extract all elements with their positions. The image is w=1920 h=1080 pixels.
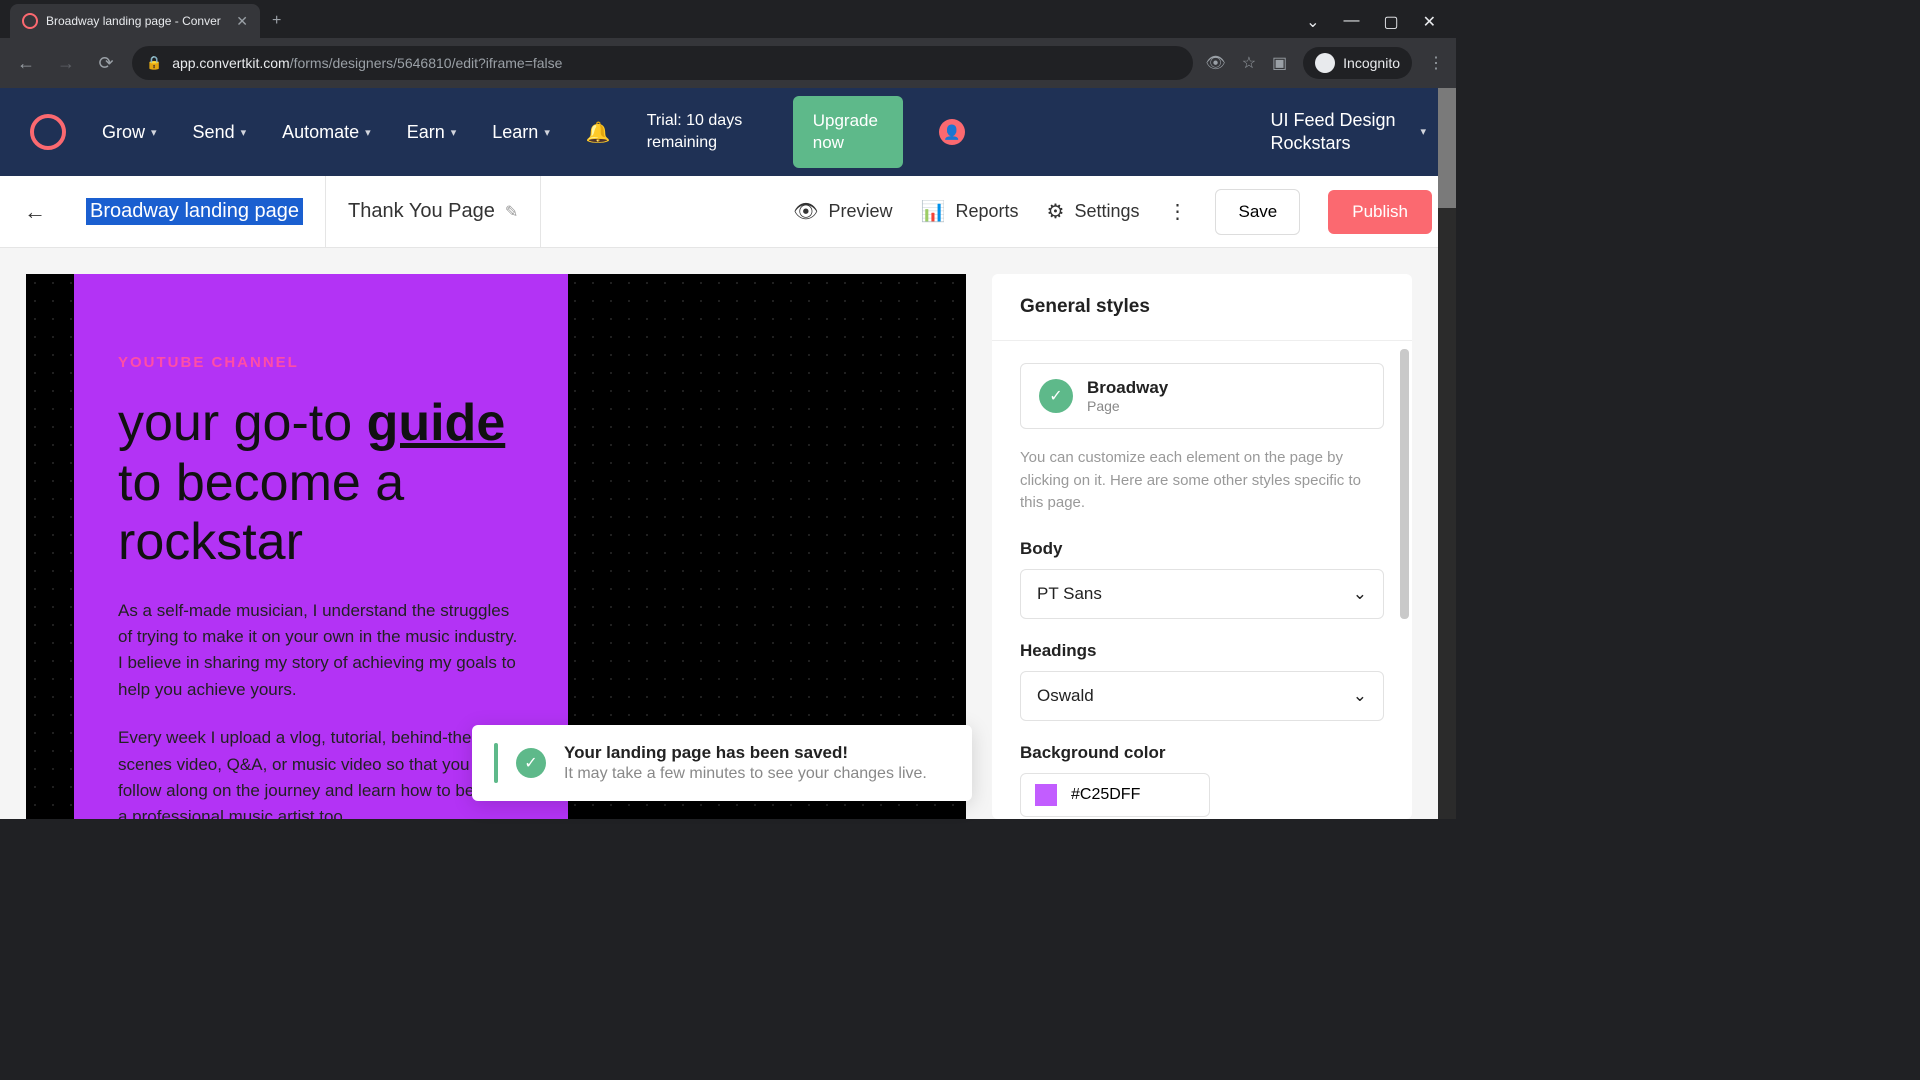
close-window-icon[interactable]: ✕ <box>1423 12 1436 32</box>
chart-icon: 📊 <box>921 199 946 224</box>
main-scrollbar-track[interactable] <box>1438 88 1456 819</box>
upgrade-button[interactable]: Upgrade now <box>793 96 903 168</box>
nav-earn[interactable]: Earn▾ <box>407 122 457 143</box>
maximize-icon[interactable]: ▢ <box>1383 12 1398 32</box>
toast-title: Your landing page has been saved! <box>564 743 927 763</box>
sliders-icon: ⚙ <box>1047 199 1065 224</box>
bg-color-label: Background color <box>1020 743 1384 763</box>
menu-dots-icon[interactable]: ⋮ <box>1428 53 1444 73</box>
page-tab-thankyou[interactable]: Thank You Page ✎ <box>326 176 541 248</box>
styles-sidebar: General styles ✓ Broadway Page You can c… <box>992 274 1412 819</box>
avatar[interactable]: 👤 <box>939 119 965 145</box>
app-nav: Grow▾ Send▾ Automate▾ Earn▾ Learn▾ 🔔 Tri… <box>0 88 1456 176</box>
template-card[interactable]: ✓ Broadway Page <box>1020 363 1384 429</box>
reports-button[interactable]: 📊Reports <box>921 199 1019 224</box>
minimize-icon[interactable]: — <box>1343 12 1359 32</box>
forward-button[interactable]: → <box>52 53 80 74</box>
save-button[interactable]: Save <box>1215 189 1300 235</box>
sidebar-title: General styles <box>992 274 1412 341</box>
nav-learn[interactable]: Learn▾ <box>492 122 550 143</box>
app-logo[interactable] <box>30 114 66 150</box>
chevron-down-icon: ⌄ <box>1353 584 1367 604</box>
more-menu-icon[interactable]: ⋮ <box>1167 199 1187 224</box>
chevron-down-icon: ▾ <box>151 126 157 139</box>
eye-icon: 👁 <box>793 199 818 224</box>
chevron-down-icon: ⌄ <box>1353 686 1367 706</box>
url-input[interactable]: 🔒 app.convertkit.com/forms/designers/564… <box>132 46 1193 80</box>
back-arrow-icon[interactable]: ← <box>24 199 46 225</box>
success-toast: ✓ Your landing page has been saved! It m… <box>472 725 972 801</box>
color-swatch <box>1035 784 1057 806</box>
chevron-down-icon[interactable]: ⌄ <box>1306 12 1319 32</box>
bookmark-icon[interactable]: ☆ <box>1242 53 1256 73</box>
nav-send[interactable]: Send▾ <box>193 122 247 143</box>
chevron-down-icon: ▾ <box>1420 125 1426 139</box>
main-scrollbar-thumb[interactable] <box>1438 88 1456 208</box>
url-text: app.convertkit.com/forms/designers/56468… <box>172 55 562 71</box>
check-icon: ✓ <box>516 748 546 778</box>
body-paragraph-1[interactable]: As a self-made musician, I understand th… <box>118 598 524 703</box>
template-name: Broadway <box>1087 378 1168 398</box>
settings-button[interactable]: ⚙Settings <box>1047 199 1140 224</box>
eyebrow-text[interactable]: YOUTUBE CHANNEL <box>118 354 524 371</box>
address-bar: ← → ⟳ 🔒 app.convertkit.com/forms/designe… <box>0 38 1456 88</box>
tab-title: Broadway landing page - Conver <box>46 14 228 28</box>
panel-icon[interactable]: ▣ <box>1272 53 1287 73</box>
check-icon: ✓ <box>1039 379 1073 413</box>
headings-font-label: Headings <box>1020 641 1384 661</box>
favicon <box>22 13 38 29</box>
browser-tab[interactable]: Broadway landing page - Conver ✕ <box>10 4 260 38</box>
template-type: Page <box>1087 398 1168 414</box>
headings-font-select[interactable]: Oswald ⌄ <box>1020 671 1384 721</box>
chevron-down-icon: ▾ <box>365 126 371 139</box>
publish-button[interactable]: Publish <box>1328 190 1432 234</box>
headline-text[interactable]: your go-to guide to become a rockstar <box>118 391 524 570</box>
pencil-icon[interactable]: ✎ <box>505 202 518 222</box>
close-tab-icon[interactable]: ✕ <box>236 13 248 30</box>
editor-toolbar: ← Broadway landing page Thank You Page ✎… <box>0 176 1456 248</box>
eye-off-icon[interactable]: 👁 <box>1205 53 1225 73</box>
new-tab-button[interactable]: + <box>260 4 293 38</box>
bell-icon[interactable]: 🔔 <box>586 120 611 145</box>
chevron-down-icon: ▾ <box>451 126 457 139</box>
incognito-badge[interactable]: Incognito <box>1303 47 1412 79</box>
nav-grow[interactable]: Grow▾ <box>102 122 157 143</box>
sidebar-help-text: You can customize each element on the pa… <box>1020 447 1384 515</box>
body-paragraph-2[interactable]: Every week I upload a vlog, tutorial, be… <box>118 725 524 819</box>
incognito-icon <box>1315 53 1335 73</box>
trial-text: Trial: 10 days remaining <box>647 110 757 155</box>
toast-accent <box>494 743 498 783</box>
preview-button[interactable]: 👁Preview <box>793 199 892 224</box>
account-menu[interactable]: UI Feed Design Rockstars ▾ <box>1270 109 1426 156</box>
chevron-down-icon: ▾ <box>241 126 247 139</box>
body-font-label: Body <box>1020 539 1384 559</box>
back-button[interactable]: ← <box>12 53 40 74</box>
lock-icon: 🔒 <box>146 55 162 71</box>
bg-color-input[interactable]: #C25DFF <box>1020 773 1210 817</box>
window-controls: ⌄ — ▢ ✕ <box>1286 0 1456 44</box>
page-tab-main[interactable]: Broadway landing page <box>64 176 326 248</box>
chevron-down-icon: ▾ <box>544 126 550 139</box>
nav-automate[interactable]: Automate▾ <box>282 122 371 143</box>
sidebar-scrollbar[interactable] <box>1400 349 1409 619</box>
browser-tab-strip: Broadway landing page - Conver ✕ + ⌄ — ▢… <box>0 0 1456 38</box>
toast-body: It may take a few minutes to see your ch… <box>564 765 927 783</box>
reload-button[interactable]: ⟳ <box>92 53 120 74</box>
body-font-select[interactable]: PT Sans ⌄ <box>1020 569 1384 619</box>
